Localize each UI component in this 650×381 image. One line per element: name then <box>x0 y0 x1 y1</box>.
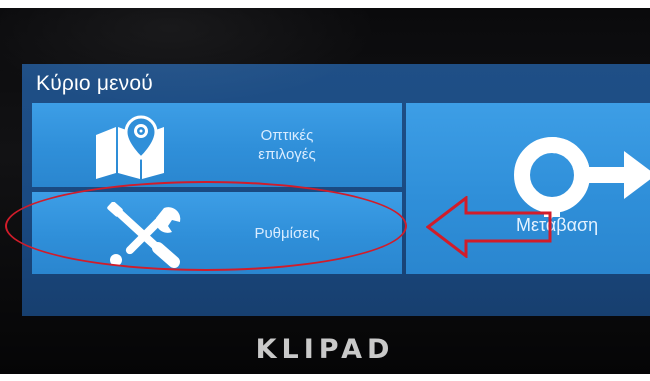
navigation-label: Μετάβαση <box>516 215 599 235</box>
settings-tile[interactable]: Ρυθμίσεις <box>32 192 402 274</box>
page-title: Κύριο μενού <box>36 72 153 95</box>
visual-options-label-line1: Οπτικές <box>260 127 314 144</box>
settings-label: Ρυθμίσεις <box>254 225 320 242</box>
navigation-arrow-icon <box>514 137 650 217</box>
screen: Κύριο μενού Οπτικές επιλογές Ρυθμίσεις Μ… <box>22 64 650 316</box>
visual-options-tile[interactable]: Οπτικές επιλογές <box>32 103 402 187</box>
map-pin-icon <box>96 115 164 179</box>
visual-options-label-line2: επιλογές <box>258 146 316 163</box>
device-frame: Κύριο μενού Οπτικές επιλογές Ρυθμίσεις Μ… <box>0 8 650 374</box>
tools-icon <box>107 202 181 268</box>
device-brand-logo: KLIPAD <box>255 334 395 365</box>
navigation-tile[interactable]: Μετάβαση <box>406 103 650 274</box>
